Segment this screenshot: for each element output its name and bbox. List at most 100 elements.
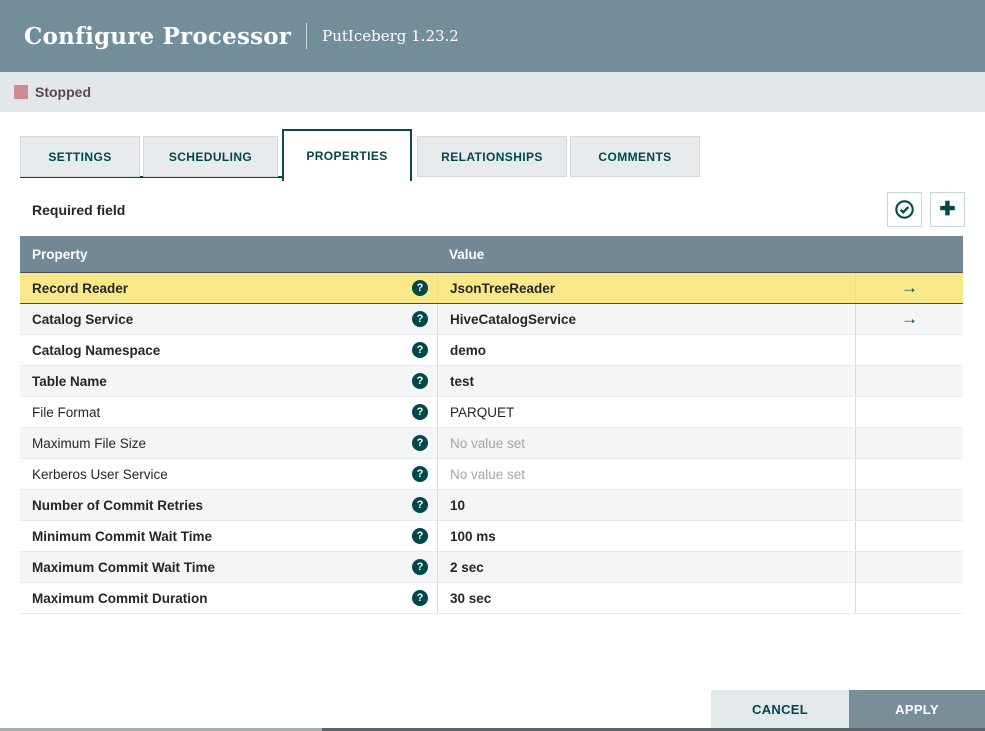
property-name-cell: Maximum Commit Duration? (20, 583, 437, 613)
property-value: PARQUET (450, 404, 515, 420)
tab-comments[interactable]: COMMENTS (570, 136, 700, 177)
property-row[interactable]: Maximum Commit Wait Time? 2 sec (20, 552, 963, 583)
tab-bar: SETTINGS SCHEDULING PROPERTIES RELATIONSHIP… (20, 129, 965, 181)
actions-cell (855, 552, 963, 582)
actions-cell (855, 428, 963, 458)
question-circle-icon[interactable]: ? (412, 280, 428, 296)
table-header-row: Property Value (20, 236, 963, 272)
property-name-cell: Table Name? (20, 366, 437, 396)
property-row[interactable]: File Format? PARQUET (20, 397, 963, 428)
property-value-cell[interactable]: 30 sec (437, 583, 855, 613)
property-value: 100 ms (450, 528, 496, 544)
property-row[interactable]: Kerberos User Service? No value set (20, 459, 963, 490)
question-circle-icon[interactable]: ? (412, 435, 428, 451)
property-name-cell: Maximum File Size? (20, 428, 437, 458)
property-row[interactable]: Catalog Namespace? demo (20, 335, 963, 366)
property-value-cell[interactable]: No value set (437, 459, 855, 489)
property-name-cell: Number of Commit Retries? (20, 490, 437, 520)
question-circle-icon[interactable]: ? (412, 373, 428, 389)
property-name: Catalog Namespace (32, 342, 161, 358)
property-value-cell[interactable]: 2 sec (437, 552, 855, 582)
actions-cell (855, 490, 963, 520)
table-toolbar: Required field ✚ (20, 192, 965, 227)
required-field-label: Required field (32, 201, 126, 218)
property-value-cell[interactable]: 100 ms (437, 521, 855, 551)
property-name: Kerberos User Service (32, 466, 168, 482)
property-name: Catalog Service (32, 311, 134, 327)
property-value: test (450, 373, 475, 389)
check-circle-icon (895, 200, 914, 219)
property-row[interactable]: Maximum File Size? No value set (20, 428, 963, 459)
status-label: Stopped (35, 84, 91, 100)
property-value: No value set (450, 466, 526, 482)
actions-cell (855, 521, 963, 551)
tab-scheduling[interactable]: SCHEDULING (143, 136, 278, 177)
question-circle-icon[interactable]: ? (412, 466, 428, 482)
properties-table: Property Value Record Reader? JsonTreeRea… (20, 236, 963, 614)
property-value-cell[interactable]: PARQUET (437, 397, 855, 427)
actions-cell: → (855, 304, 963, 334)
tab-properties[interactable]: PROPERTIES (282, 129, 412, 181)
question-circle-icon[interactable]: ? (412, 342, 428, 358)
property-value: 10 (450, 497, 466, 513)
apply-button[interactable]: APPLY (849, 690, 985, 728)
property-name-cell: Catalog Namespace? (20, 335, 437, 365)
tab-relationships[interactable]: RELATIONSHIPS (417, 136, 567, 177)
property-row[interactable]: Minimum Commit Wait Time? 100 ms (20, 521, 963, 552)
property-value-cell[interactable]: 10 (437, 490, 855, 520)
property-value: JsonTreeReader (450, 280, 556, 296)
question-circle-icon[interactable]: ? (412, 311, 428, 327)
column-header-value: Value (449, 246, 485, 262)
property-value: demo (450, 342, 487, 358)
actions-cell (855, 583, 963, 613)
property-value: 2 sec (450, 559, 484, 575)
property-row[interactable]: Number of Commit Retries? 10 (20, 490, 963, 521)
column-header-actions (855, 236, 963, 272)
property-name-cell: Maximum Commit Wait Time? (20, 552, 437, 582)
property-name: Maximum Commit Duration (32, 590, 208, 606)
property-row[interactable]: Maximum Commit Duration? 30 sec (20, 583, 963, 614)
property-value-cell[interactable]: JsonTreeReader (437, 273, 855, 303)
title-divider (306, 23, 308, 49)
property-row[interactable]: Record Reader? JsonTreeReader → (20, 272, 963, 304)
processor-type-version: PutIceberg 1.23.2 (322, 27, 459, 45)
property-name-cell: Kerberos User Service? (20, 459, 437, 489)
tab-settings[interactable]: SETTINGS (20, 136, 140, 177)
property-name: Record Reader (32, 280, 129, 296)
plus-icon: ✚ (939, 199, 956, 220)
actions-cell (855, 459, 963, 489)
question-circle-icon[interactable]: ? (412, 590, 428, 606)
property-name: Maximum File Size (32, 435, 147, 451)
property-value: No value set (450, 435, 526, 451)
dialog-title: Configure Processor (24, 22, 292, 50)
question-circle-icon[interactable]: ? (412, 497, 428, 513)
go-to-service-arrow-icon[interactable]: → (901, 309, 918, 329)
property-name-cell: Record Reader? (20, 273, 437, 303)
property-name-cell: Minimum Commit Wait Time? (20, 521, 437, 551)
question-circle-icon[interactable]: ? (412, 559, 428, 575)
property-name: Minimum Commit Wait Time (32, 528, 213, 544)
actions-cell: → (855, 273, 963, 303)
property-value-cell[interactable]: demo (437, 335, 855, 365)
property-value: HiveCatalogService (450, 311, 577, 327)
property-value-cell[interactable]: No value set (437, 428, 855, 458)
property-value-cell[interactable]: HiveCatalogService (437, 304, 855, 334)
property-name-cell: Catalog Service? (20, 304, 437, 334)
add-property-button[interactable]: ✚ (930, 192, 965, 227)
go-to-service-arrow-icon[interactable]: → (901, 278, 918, 298)
dialog-header: Configure Processor PutIceberg 1.23.2 (0, 0, 985, 72)
property-name: Maximum Commit Wait Time (32, 559, 216, 575)
cancel-button[interactable]: CANCEL (711, 690, 849, 728)
property-row[interactable]: Catalog Service? HiveCatalogService → (20, 304, 963, 335)
stopped-indicator-icon (14, 85, 28, 99)
actions-cell (855, 397, 963, 427)
column-header-property: Property (32, 246, 88, 262)
verify-properties-button[interactable] (887, 192, 922, 227)
property-row[interactable]: Table Name? test (20, 366, 963, 397)
question-circle-icon[interactable]: ? (412, 528, 428, 544)
property-name: File Format (32, 404, 101, 420)
property-value-cell[interactable]: test (437, 366, 855, 396)
property-name: Table Name (32, 373, 107, 389)
question-circle-icon[interactable]: ? (412, 404, 428, 420)
actions-cell (855, 335, 963, 365)
